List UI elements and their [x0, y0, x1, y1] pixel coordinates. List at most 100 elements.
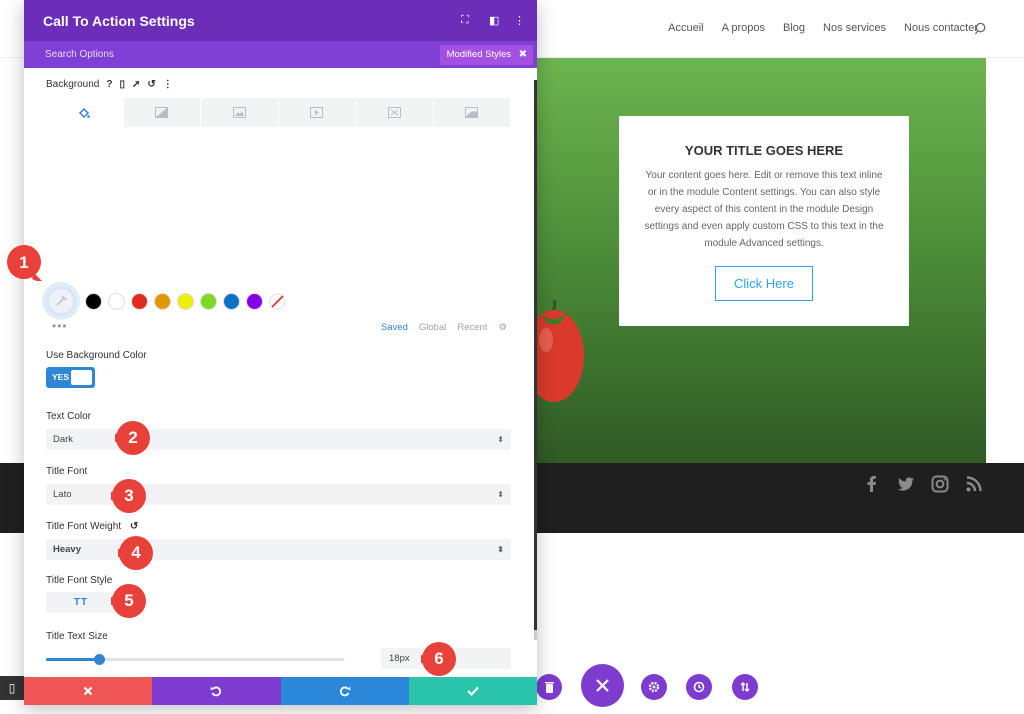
pattern-icon[interactable] — [356, 98, 434, 127]
swatch-tab-recent[interactable]: Recent — [457, 322, 487, 333]
phone-view-icon[interactable]: ▯ — [0, 676, 24, 700]
modified-styles-filter[interactable]: Modified Styles ✖ — [439, 45, 533, 65]
check-icon — [467, 686, 479, 696]
title-font-weight-label: Title Font Weight ↺ — [46, 521, 138, 532]
step-marker-4: 4 — [118, 535, 154, 571]
cursor-icon[interactable]: ➚ — [132, 79, 140, 90]
cancel-button[interactable] — [24, 677, 153, 705]
search-icon[interactable] — [975, 22, 988, 35]
title-font-label: Title Font — [46, 466, 88, 477]
eyedropper-icon — [56, 295, 67, 306]
cta-title: YOUR TITLE GOES HERE — [684, 143, 844, 158]
undo-button[interactable] — [152, 677, 281, 705]
color-preview-area — [46, 127, 511, 272]
scrollbar-thumb[interactable] — [534, 80, 537, 630]
text-color-value: Dark — [53, 434, 74, 445]
more-swatches-icon[interactable]: ••• — [52, 319, 68, 333]
search-options-input[interactable]: Search Options — [45, 49, 114, 60]
title-font-style-label: Title Font Style — [46, 575, 113, 586]
title-text-size-label: Title Text Size — [46, 631, 108, 642]
phone-icon[interactable]: ▯ — [119, 79, 125, 90]
rss-icon[interactable] — [964, 474, 984, 494]
undo-icon — [210, 686, 222, 697]
instagram-icon[interactable] — [930, 474, 950, 494]
swatch-white[interactable] — [108, 292, 125, 310]
select-arrows-icon: ⬍ — [497, 545, 504, 554]
step-marker-2: 2 — [115, 420, 151, 456]
redo-icon — [339, 686, 351, 697]
use-bg-color-toggle[interactable]: YES — [46, 367, 95, 388]
nav-link[interactable]: Nos services — [823, 22, 886, 34]
close-icon[interactable]: ✖ — [519, 45, 527, 65]
step-marker-3: 3 — [111, 478, 147, 514]
swatch-yellow[interactable] — [177, 292, 194, 310]
builder-controls — [536, 664, 776, 710]
background-label-row: Background ? ▯ ➚ ↺ ⋮ — [46, 79, 173, 90]
fullscreen-icon[interactable]: ⛶ — [461, 14, 469, 27]
modified-styles-label: Modified Styles — [446, 49, 511, 60]
twitter-icon[interactable] — [896, 474, 916, 494]
title-font-weight-text: Title Font Weight — [46, 521, 122, 532]
title-font-weight-select[interactable]: Heavy ⬍ — [46, 539, 511, 560]
swatch-tabs: Saved Global Recent ⚙ — [381, 322, 507, 333]
trash-icon[interactable] — [536, 674, 562, 700]
step-number: 2 — [128, 428, 138, 447]
portability-icon[interactable] — [732, 674, 758, 700]
reset-icon[interactable]: ↺ — [130, 521, 138, 532]
more-options-icon[interactable]: ⋮ — [514, 14, 525, 27]
swatch-orange[interactable] — [154, 292, 171, 310]
title-size-slider-track[interactable] — [46, 658, 344, 661]
background-tabs — [46, 98, 511, 127]
swatch-red[interactable] — [131, 292, 148, 310]
video-icon[interactable] — [278, 98, 356, 127]
nav-link[interactable]: Accueil — [668, 22, 703, 34]
facebook-icon[interactable] — [862, 474, 882, 494]
select-arrows-icon: ⬍ — [497, 490, 504, 499]
panel-body: Background ? ▯ ➚ ↺ ⋮ ••• Saved Global Re… — [24, 68, 537, 677]
gear-icon[interactable] — [641, 674, 667, 700]
gear-icon[interactable]: ⚙ — [498, 322, 507, 333]
help-icon[interactable]: ? — [106, 79, 112, 90]
paint-bucket-icon[interactable] — [46, 98, 124, 127]
step-marker-5: 5 — [111, 583, 147, 619]
step-number: 3 — [124, 486, 134, 505]
color-picker-button[interactable] — [46, 286, 76, 316]
toggle-knob — [71, 370, 92, 385]
history-icon[interactable] — [686, 674, 712, 700]
settings-panel: Call To Action Settings ⛶ ◧ ⋮ Search Opt… — [24, 0, 537, 705]
title-size-slider-handle[interactable] — [94, 654, 106, 665]
redo-button[interactable] — [280, 677, 409, 705]
stage: Accueil A propos Blog Nos services Nous … — [0, 0, 1024, 714]
cta-module[interactable]: YOUR TITLE GOES HERE Your content goes h… — [619, 116, 909, 326]
panel-header: Call To Action Settings ⛶ ◧ ⋮ — [24, 0, 537, 41]
gradient-icon[interactable] — [123, 98, 201, 127]
step-number: 1 — [19, 253, 29, 272]
cta-button[interactable]: Click Here — [715, 266, 813, 301]
panel-toolbar: Search Options Modified Styles ✖ — [24, 41, 537, 68]
uppercase-style-button[interactable]: TT — [46, 592, 116, 613]
swatch-tab-global[interactable]: Global — [419, 322, 446, 333]
background-label: Background — [46, 79, 100, 90]
reset-icon[interactable]: ↺ — [147, 79, 155, 90]
step-marker-6: 6 — [421, 641, 457, 677]
swatch-tab-saved[interactable]: Saved — [381, 322, 408, 333]
nav-link[interactable]: Blog — [783, 22, 805, 34]
step-marker-1: 1 — [6, 245, 42, 281]
swatch-black[interactable] — [85, 292, 102, 310]
social-links — [862, 474, 984, 494]
swatch-blue[interactable] — [223, 292, 240, 310]
swatch-green[interactable] — [200, 292, 217, 310]
nav-link[interactable]: Nous contacter — [904, 22, 978, 34]
step-number: 5 — [124, 591, 134, 610]
title-size-slider-fill — [46, 658, 100, 661]
no-color-icon[interactable] — [269, 293, 286, 310]
swatch-purple[interactable] — [246, 292, 263, 310]
save-button[interactable] — [408, 677, 537, 705]
nav-link[interactable]: A propos — [722, 22, 765, 34]
close-builder-button[interactable] — [581, 664, 624, 707]
more-options-icon[interactable]: ⋮ — [163, 79, 173, 90]
title-font-weight-value: Heavy — [53, 544, 81, 555]
columns-icon[interactable]: ◧ — [489, 14, 499, 27]
mask-icon[interactable] — [433, 98, 511, 127]
image-icon[interactable] — [201, 98, 279, 127]
